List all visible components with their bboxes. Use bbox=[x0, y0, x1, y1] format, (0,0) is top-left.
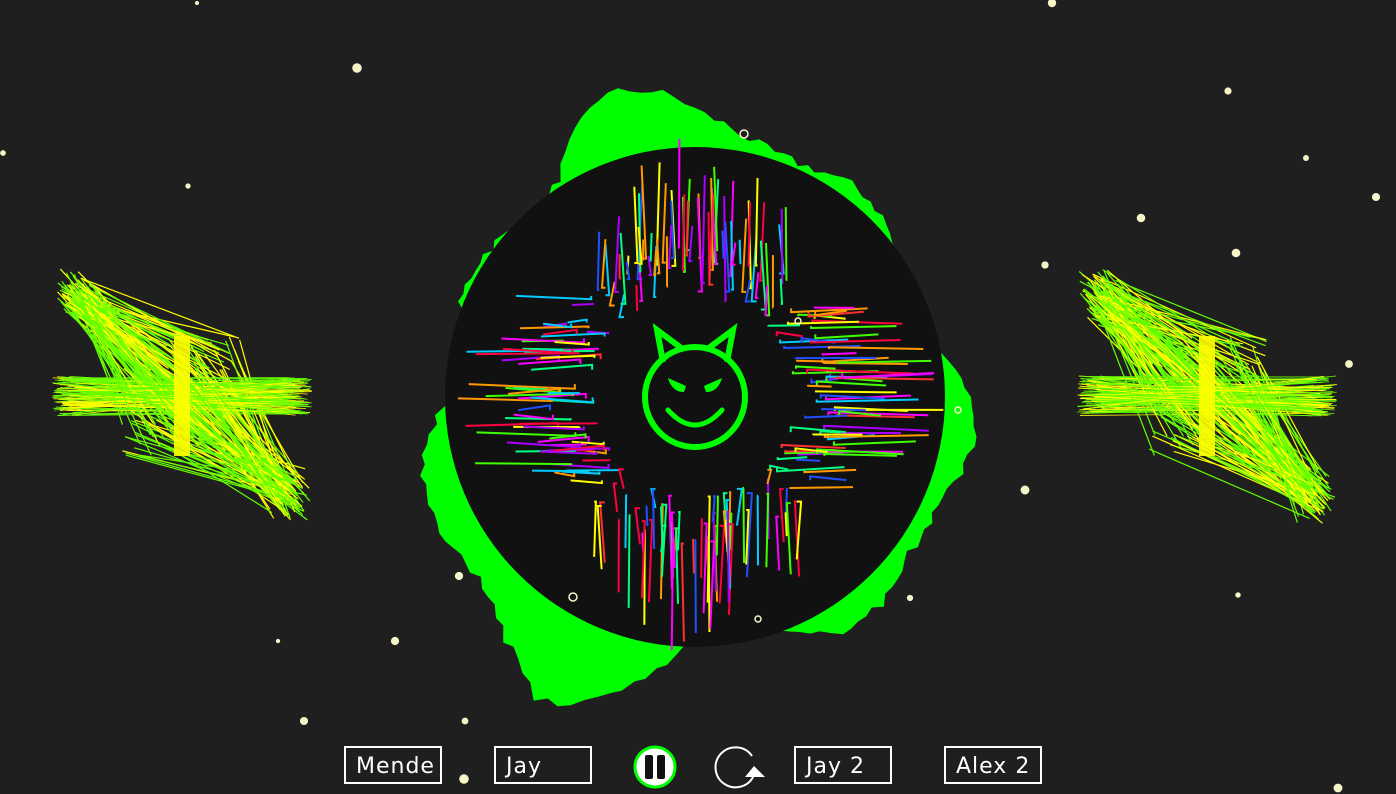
ray bbox=[726, 510, 730, 603]
ray bbox=[635, 285, 639, 312]
wing-core bbox=[1199, 336, 1215, 456]
star bbox=[0, 150, 6, 156]
star bbox=[1235, 592, 1241, 598]
ray bbox=[645, 505, 649, 526]
track-button-jay[interactable]: Jay bbox=[494, 746, 592, 784]
ray bbox=[475, 462, 573, 466]
star bbox=[299, 716, 309, 726]
loop-button[interactable] bbox=[712, 745, 765, 789]
star bbox=[185, 183, 191, 189]
pause-button[interactable] bbox=[633, 745, 677, 789]
ray bbox=[821, 407, 866, 412]
star bbox=[1224, 87, 1232, 95]
wing-line bbox=[126, 352, 296, 504]
star bbox=[1303, 155, 1309, 161]
star bbox=[459, 774, 469, 784]
ray bbox=[784, 207, 788, 281]
star bbox=[1020, 485, 1030, 495]
star bbox=[1047, 0, 1057, 8]
ray bbox=[572, 302, 594, 306]
ray bbox=[651, 488, 656, 550]
ray bbox=[723, 195, 727, 302]
ray bbox=[721, 230, 725, 259]
ray bbox=[685, 200, 689, 257]
ray bbox=[796, 359, 836, 363]
star bbox=[906, 594, 914, 602]
track-button-alex-2[interactable]: Alex 2 bbox=[944, 746, 1042, 784]
pause-icon bbox=[633, 745, 677, 789]
ray bbox=[821, 352, 857, 356]
ray bbox=[627, 514, 631, 608]
ray bbox=[624, 494, 628, 549]
star bbox=[390, 636, 400, 646]
ray bbox=[780, 208, 784, 284]
ray bbox=[715, 495, 719, 556]
ray bbox=[700, 518, 703, 579]
star bbox=[1371, 192, 1381, 202]
star bbox=[454, 571, 464, 581]
right-spectrum-wing bbox=[1077, 269, 1337, 524]
audio-visualizer bbox=[0, 0, 1381, 793]
left-spectrum-wing bbox=[52, 268, 312, 521]
star bbox=[461, 717, 469, 725]
ray bbox=[784, 512, 788, 537]
ray bbox=[692, 538, 695, 574]
ray bbox=[681, 194, 686, 271]
ray bbox=[738, 239, 742, 265]
ray bbox=[670, 542, 674, 651]
ray bbox=[677, 138, 681, 249]
ray bbox=[532, 469, 590, 473]
ray bbox=[815, 390, 897, 394]
star bbox=[1345, 360, 1353, 368]
wing-core bbox=[174, 336, 190, 456]
ray bbox=[796, 458, 821, 462]
ray bbox=[649, 233, 653, 262]
star bbox=[352, 63, 362, 73]
star bbox=[275, 638, 281, 644]
star bbox=[1333, 783, 1343, 793]
bubble bbox=[739, 129, 749, 139]
loop-icon bbox=[714, 746, 765, 789]
star bbox=[194, 0, 200, 6]
visualizer-stage: Mende Jay Jay 2 Alex 2 bbox=[0, 0, 1396, 794]
track-button-jay-2[interactable]: Jay 2 bbox=[794, 746, 892, 784]
ray bbox=[742, 486, 746, 564]
star bbox=[1231, 248, 1241, 258]
ray bbox=[779, 278, 784, 305]
track-button-mende[interactable]: Mende bbox=[344, 746, 442, 784]
star bbox=[1136, 213, 1146, 223]
ray bbox=[789, 486, 853, 489]
star bbox=[1041, 261, 1049, 269]
ray bbox=[807, 384, 832, 388]
